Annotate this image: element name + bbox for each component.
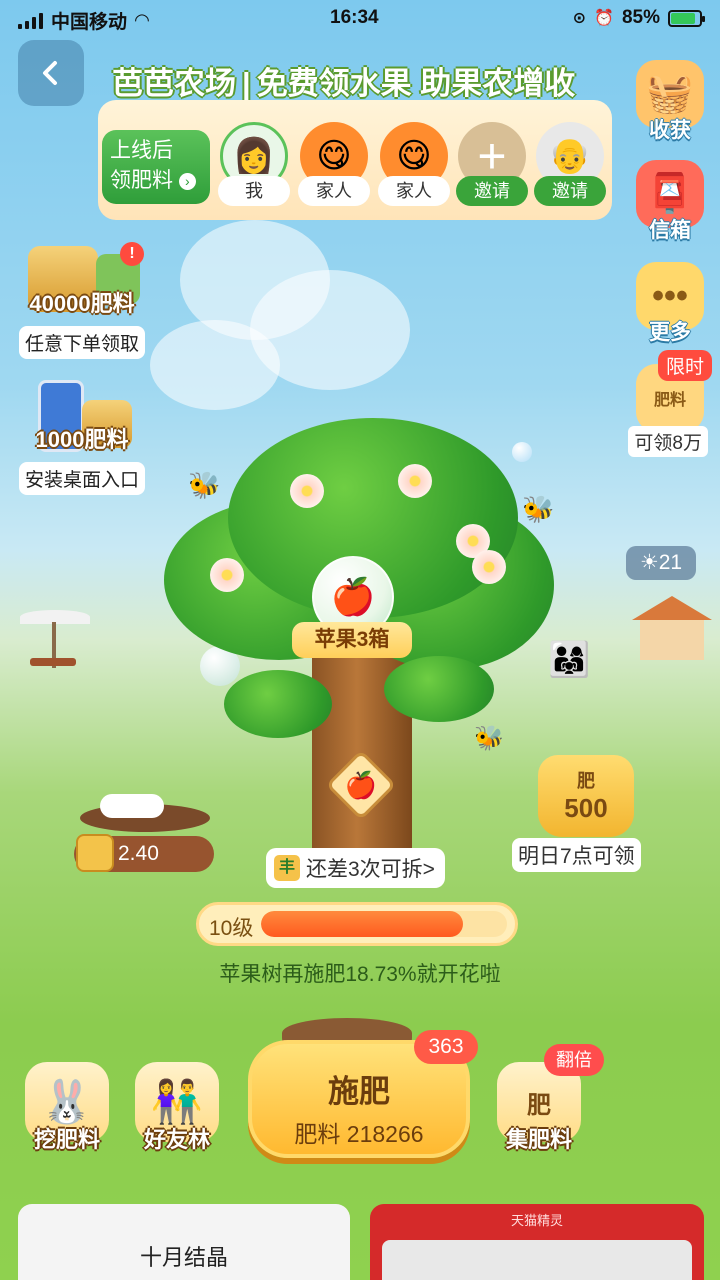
park-table-scene	[0, 610, 110, 690]
pit-value-text: 2.40	[118, 842, 159, 865]
chest-icon: 丰	[274, 855, 300, 881]
tomorrow-fertilizer-bag[interactable]: 肥 500	[538, 755, 634, 837]
pit-fertilizer-value[interactable]: 2.40	[74, 834, 214, 872]
progress-hint: 苹果树再施肥18.73%就开花啦	[219, 963, 501, 986]
status-bar: 中国移动 ◠ 16:34 ⊙ ⏰ 85%	[0, 0, 720, 36]
desktop-reward-caption: 安装桌面入口	[18, 462, 145, 495]
weather-temp: 21	[658, 551, 683, 574]
battery-percent: 85%	[621, 7, 660, 28]
weather-badge: ☀21	[626, 546, 696, 580]
tree-canopy	[224, 670, 332, 738]
carrier-info: 中国移动 ◠	[18, 7, 149, 34]
bee-icon: 🐝	[474, 725, 504, 752]
harvest-button[interactable]: 🧺 收获	[634, 60, 706, 144]
remaining-chest-text: 还差3次可拆>	[306, 858, 435, 881]
walking-family-icon: 👨‍👩‍👧	[548, 641, 591, 679]
status-right: ⊙ ⏰ 85%	[572, 7, 705, 29]
cloud	[150, 320, 280, 410]
flower-icon	[210, 558, 244, 592]
title-app-name: 芭芭农场	[112, 66, 236, 101]
page-title: 芭芭农场 | 免费领水果 助果农增收	[112, 58, 575, 103]
invite-label: 邀请	[534, 176, 606, 206]
bee-icon: 🐝	[522, 494, 555, 524]
title-slogan: 免费领水果 助果农增收	[256, 66, 576, 101]
mailbox-label: 信箱	[649, 219, 691, 242]
wifi-icon: ◠	[135, 10, 149, 30]
member-label: 我	[218, 176, 290, 206]
member-label: 家人	[298, 176, 370, 206]
signal-icon	[18, 12, 43, 29]
bag-caption: 明日7点可领	[512, 838, 641, 872]
rotation-lock-icon: ⊙	[572, 10, 587, 27]
mailbox-button[interactable]: 📮 信箱	[634, 160, 706, 244]
online-card-line1: 上线后	[110, 139, 173, 162]
bag-value: 500	[564, 793, 608, 823]
free-amount-label[interactable]: 可领8万	[628, 426, 708, 457]
promo-card-left[interactable]: 十月结晶	[18, 1204, 350, 1280]
collect-word: 肥	[527, 1091, 551, 1119]
bubble-icon	[512, 442, 532, 462]
battery-icon	[668, 9, 705, 27]
member-family-2[interactable]: 😋 家人	[376, 122, 452, 206]
alert-badge: !	[120, 242, 144, 266]
clock: 16:34	[330, 7, 379, 28]
promo-card-left-title: 十月结晶	[139, 1245, 228, 1270]
fruit-reward-label[interactable]: 苹果3箱	[292, 622, 412, 658]
more-label: 更多	[649, 321, 691, 344]
member-me[interactable]: 👩 我	[216, 122, 292, 206]
online-reward-card[interactable]: 上线后 领肥料 ›	[102, 130, 210, 204]
rabbit-icon	[80, 780, 210, 832]
limited-badge: 限时	[657, 350, 712, 381]
title-separator: |	[242, 66, 251, 101]
invite-button-1[interactable]: + 邀请	[454, 122, 530, 206]
desktop-reward-amount: 1000肥料	[35, 427, 129, 452]
member-label: 家人	[378, 176, 450, 206]
online-card-line2: 领肥料	[110, 169, 173, 192]
more-button[interactable]: ••• 更多	[634, 262, 706, 346]
carrier-name: 中国移动	[51, 12, 128, 33]
order-reward-amount: 40000肥料	[29, 291, 135, 316]
bag-word: 肥	[577, 771, 595, 791]
fertilizer-bucket-icon: ! 40000肥料	[14, 242, 150, 324]
collect-label: 集肥料	[505, 1127, 572, 1152]
farmhouse-icon	[628, 596, 716, 662]
fertilize-amount: 肥料 218266	[294, 1121, 424, 1147]
promo-card-right-title: 天猫精灵	[510, 1213, 563, 1228]
order-reward-caption: 任意下单领取	[18, 326, 145, 359]
bag-word: 肥料	[653, 392, 686, 409]
progress-fill	[261, 911, 463, 937]
level-progress-bar: 10级	[196, 902, 518, 946]
phone-icon: 1000肥料	[14, 380, 150, 460]
level-label: 10级	[209, 917, 254, 940]
invite-label: 邀请	[456, 176, 528, 206]
chevron-left-icon	[43, 61, 57, 85]
sun-icon: ☀	[639, 551, 659, 574]
member-family-1[interactable]: 😋 家人	[296, 122, 372, 206]
bee-icon: 🐝	[188, 470, 221, 500]
flower-icon	[290, 474, 324, 508]
flower-icon	[472, 550, 506, 584]
back-button[interactable]	[18, 40, 84, 106]
promo-card-right[interactable]: 天猫精灵	[370, 1204, 704, 1280]
promo-card-right-image	[382, 1240, 692, 1280]
dig-fertilizer-button[interactable]: 🐰 挖肥料	[22, 1062, 112, 1154]
alarm-icon: ⏰	[594, 10, 614, 27]
desktop-entry-card[interactable]: 1000肥料 安装桌面入口	[14, 380, 150, 495]
double-badge: 翻倍	[544, 1044, 604, 1076]
order-reward-card[interactable]: ! 40000肥料 任意下单领取	[14, 242, 150, 359]
dig-label: 挖肥料	[33, 1127, 100, 1152]
fertilizer-icon	[76, 834, 114, 872]
remaining-chest-button[interactable]: 丰 还差3次可拆>	[266, 848, 445, 888]
fertilize-count-badge: 363	[414, 1030, 478, 1064]
friends-label: 好友林	[143, 1127, 210, 1152]
chevron-right-icon: ›	[178, 172, 196, 190]
tree-canopy	[384, 656, 494, 722]
progress-track	[261, 911, 507, 937]
harvest-label: 收获	[649, 119, 691, 142]
invite-button-2[interactable]: 👴 邀请	[532, 122, 608, 206]
friends-forest-button[interactable]: 👫 好友林	[132, 1062, 222, 1154]
flower-icon	[398, 464, 432, 498]
